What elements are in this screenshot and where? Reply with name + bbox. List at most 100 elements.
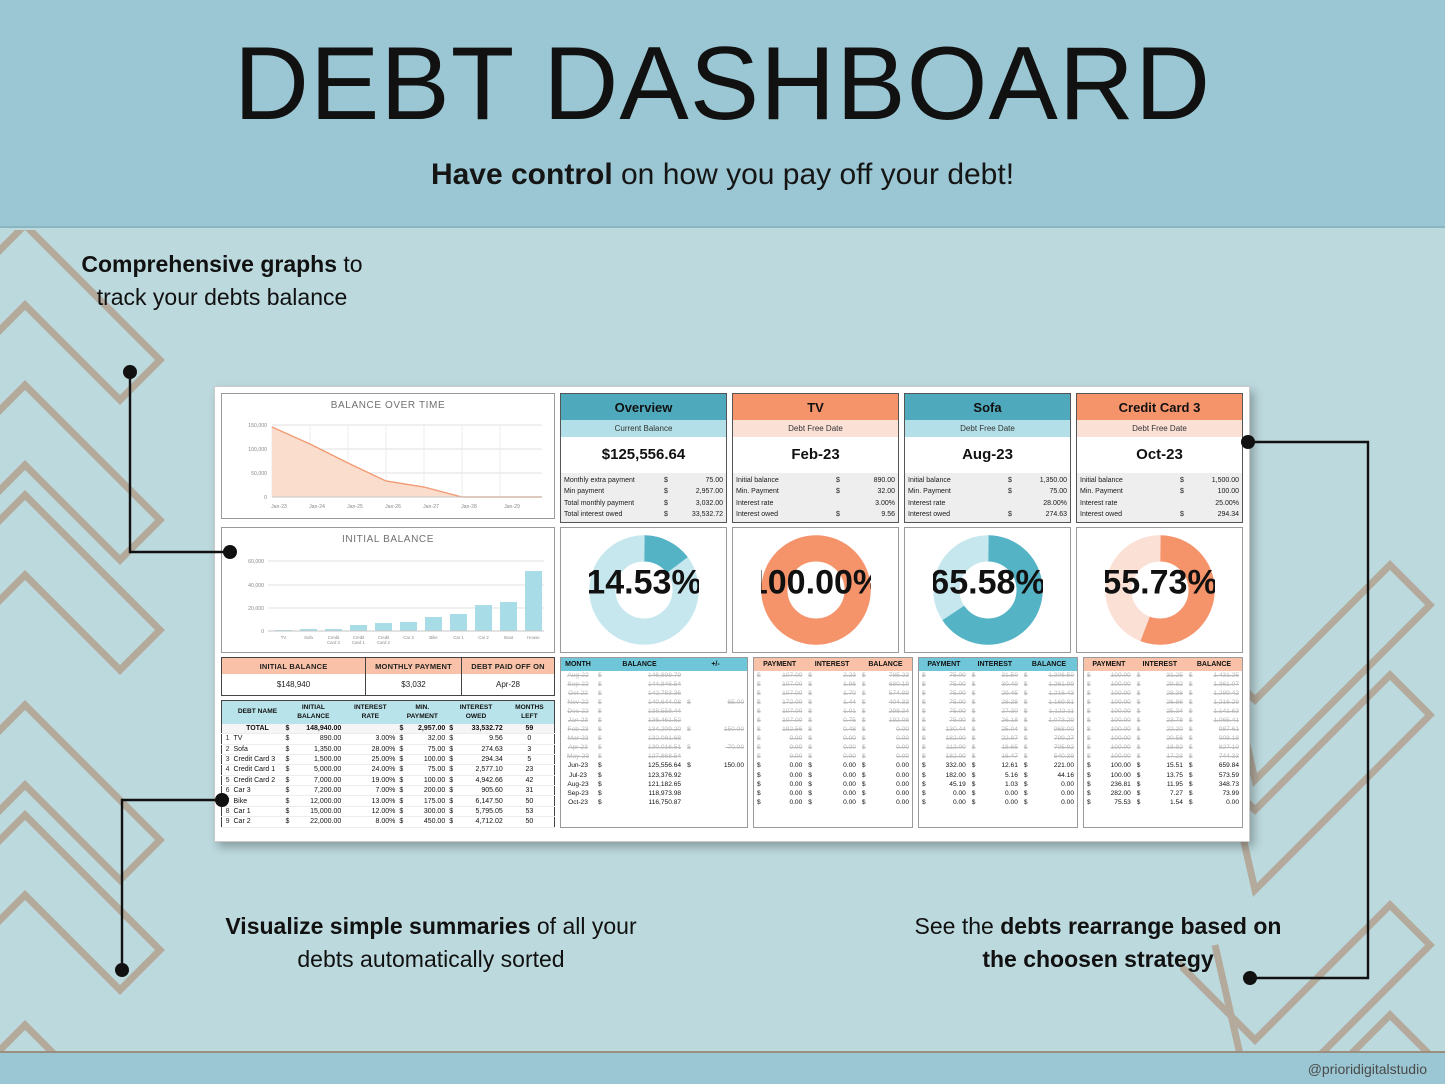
payment-row[interactable]: $172.00 $1.44 $404.33 xyxy=(754,698,912,707)
pay-cell-payment: 107.00 xyxy=(782,707,803,715)
month-cell-balance: 138,558.44 xyxy=(648,707,682,715)
payment-row[interactable]: $100.00 $25.34 $1,141.63 xyxy=(1084,707,1242,716)
donut-tv[interactable]: 100.00% xyxy=(732,527,899,654)
payment-row[interactable]: $45.19 $1.03 $0.00 xyxy=(919,780,1077,789)
pay-cell-cur1: $ xyxy=(922,798,926,806)
card-overview[interactable]: Overview Current Balance $125,556.64 Mon… xyxy=(560,393,727,524)
month-row[interactable]: Dec-22 $138,558.44 xyxy=(561,707,747,716)
payment-row[interactable]: $0.00 $0.00 $0.00 xyxy=(754,752,912,761)
payment-row[interactable]: $182.00 $5.16 $44.16 xyxy=(919,771,1077,780)
payment-row[interactable]: $100.00 $28.36 $1,289.42 xyxy=(1084,689,1242,698)
payment-row[interactable]: $282.00 $7.27 $73.99 xyxy=(1084,789,1242,798)
row-months: 31 xyxy=(504,785,555,797)
payment-row[interactable]: $100.00 $26.86 $1,216.29 xyxy=(1084,698,1242,707)
payment-row[interactable]: $100.00 $31.25 $1,431.25 xyxy=(1084,671,1242,680)
month-row[interactable]: Sep-22 $144,846.54 xyxy=(561,680,747,689)
month-row[interactable]: Apr-23 $130,016.51 $ -70.00 xyxy=(561,743,747,752)
pay-cell-cur3: $ xyxy=(1188,735,1193,743)
payment-row[interactable]: $75.00 $30.49 $1,261.99 xyxy=(919,680,1077,689)
payment-row[interactable]: $192.56 $0.48 $0.00 xyxy=(754,725,912,734)
donut-sofa[interactable]: 65.58% xyxy=(904,527,1071,654)
payment-table-tv[interactable]: PAYMENT INTEREST BALANCE $107.00 $2.23 $78… xyxy=(753,657,913,828)
pay-cell-interest: 0.00 xyxy=(843,762,856,770)
payment-row[interactable]: $332.00 $12.61 $221.00 xyxy=(919,761,1077,770)
table-row[interactable]: 9 Car 2 $ 22,000.00 8.00% $ 450.00 $ 4,7… xyxy=(221,816,555,828)
table-row[interactable]: 3 Credit Card 3 $ 1,500.00 25.00% $ 100.… xyxy=(221,754,555,766)
payment-row[interactable]: $182.00 $22.87 $799.27 xyxy=(919,734,1077,743)
payment-row[interactable]: $75.00 $26.18 $1,073.29 xyxy=(919,716,1077,725)
pay-cell-cur3: $ xyxy=(1188,698,1193,706)
month-row[interactable]: Jul-23 $123,376.92 xyxy=(561,771,747,780)
debt-table[interactable]: DEBT NAME INITIAL BALANCE INTEREST RATE … xyxy=(221,700,555,828)
payment-row[interactable]: $107.00 $0.75 $192.08 xyxy=(754,716,912,725)
card-row: Min payment $2,957.00 xyxy=(564,486,723,497)
card-credit-card-3[interactable]: Credit Card 3 Debt Free Date Oct-23 Init… xyxy=(1076,393,1243,524)
payment-row[interactable]: $75.00 $29.45 $1,216.43 xyxy=(919,689,1077,698)
payment-row[interactable]: $100.00 $22.20 $987.61 xyxy=(1084,725,1242,734)
balance-over-time-chart[interactable]: BALANCE OVER TIME 150,000 100,000 50,000… xyxy=(221,393,555,519)
table-row[interactable]: 1 TV $ 890.00 3.00% $ 32.00 $ 9.56 0 xyxy=(221,733,555,745)
payment-row[interactable]: $100.00 $17.23 $744.33 xyxy=(1084,752,1242,761)
payment-row[interactable]: $75.00 $31.50 $1,306.50 xyxy=(919,671,1077,680)
payment-row[interactable]: $107.00 $1.01 $298.34 xyxy=(754,707,912,716)
payment-row[interactable]: $0.00 $0.00 $0.00 xyxy=(754,743,912,752)
payment-row[interactable]: $100.00 $15.51 $659.84 xyxy=(1084,761,1242,770)
payment-row[interactable]: $107.00 $2.23 $785.23 xyxy=(754,671,912,680)
table-row[interactable]: 8 Car 1 $ 15,000.00 12.00% $ 300.00 $ 5,… xyxy=(221,806,555,818)
payment-row[interactable]: $107.00 $1.70 $574.89 xyxy=(754,689,912,698)
donut-overview[interactable]: 14.53% xyxy=(560,527,727,654)
payment-row[interactable]: $182.00 $16.47 $540.39 xyxy=(919,752,1077,761)
payment-row[interactable]: $0.00 $0.00 $0.00 xyxy=(919,798,1077,807)
payment-row[interactable]: $0.00 $0.00 $0.00 xyxy=(754,798,912,807)
donut-credit-card-3[interactable]: 55.73% xyxy=(1076,527,1243,654)
dashboard-screenshot[interactable]: BALANCE OVER TIME 150,000 100,000 50,000… xyxy=(214,386,1250,842)
pay-cell-cur1: $ xyxy=(757,789,761,797)
table-row[interactable]: 5 Credit Card 2 $ 7,000.00 19.00% $ 100.… xyxy=(221,775,555,787)
month-row[interactable]: Jun-23 $125,556.64 $150.00 xyxy=(561,761,747,770)
payment-row[interactable]: $0.00 $0.00 $0.00 xyxy=(919,789,1077,798)
month-balance-table[interactable]: MONTH BALANCE +/- Aug-22 $146,898.79 Sep-2… xyxy=(560,657,748,828)
payment-row[interactable]: $75.00 $27.30 $1,122.11 xyxy=(919,707,1077,716)
payment-row[interactable]: $112.00 $18.65 $705.92 xyxy=(919,743,1077,752)
card-tv[interactable]: TV Debt Free Date Feb-23 Initial balance… xyxy=(732,393,899,524)
month-row[interactable]: Feb-23 $134,209.20 $150.00 xyxy=(561,725,747,734)
table-row[interactable]: 6 Car 3 $ 7,200.00 7.00% $ 200.00 $ 905.… xyxy=(221,785,555,797)
table-row[interactable]: 7 Bike $ 12,000.00 13.00% $ 175.00 $ 6,1… xyxy=(221,795,555,807)
card-sofa[interactable]: Sofa Debt Free Date Aug-23 Initial balan… xyxy=(904,393,1071,524)
month-row[interactable]: Oct-22 $142,783.36 xyxy=(561,689,747,698)
month-row[interactable]: Aug-23 $121,182.65 xyxy=(561,780,747,789)
month-row[interactable]: Mar-23 $132,081.68 xyxy=(561,734,747,743)
row-cur2: $ xyxy=(397,754,406,766)
payment-row[interactable]: $236.81 $11.95 $348.73 xyxy=(1084,780,1242,789)
payment-row[interactable]: $100.00 $13.75 $573.59 xyxy=(1084,771,1242,780)
payment-row[interactable]: $100.00 $29.82 $1,361.07 xyxy=(1084,680,1242,689)
payment-row[interactable]: $0.00 $0.00 $0.00 xyxy=(754,734,912,743)
payment-table-sofa[interactable]: PAYMENT INTEREST BALANCE $75.00 $31.50 $1,… xyxy=(918,657,1078,828)
payment-table-credit-card-3[interactable]: PAYMENT INTEREST BALANCE $100.00 $31.25 $1… xyxy=(1083,657,1243,828)
month-row[interactable]: Nov-22 $140,644.08 $65.00 xyxy=(561,698,747,707)
payment-row[interactable]: $100.00 $20.58 $908.18 xyxy=(1084,734,1242,743)
month-row[interactable]: Sep-23 $118,973.98 xyxy=(561,789,747,798)
payment-row[interactable]: $130.44 $25.04 $968.00 xyxy=(919,725,1077,734)
row-cur: $ xyxy=(283,785,292,797)
table-row[interactable]: 2 Sofa $ 1,350.00 28.00% $ 75.00 $ 274.6… xyxy=(221,744,555,755)
month-row[interactable]: May-23 $127,868.54 xyxy=(561,752,747,761)
total-balance: 148,940.00 xyxy=(291,723,344,735)
pay-cell-payment: 100.00 xyxy=(1110,671,1131,679)
pay-cell-cur3: $ xyxy=(861,753,866,761)
month-row[interactable]: Aug-22 $146,898.79 xyxy=(561,671,747,680)
month-row[interactable]: Jan-23 $136,461.52 xyxy=(561,716,747,725)
initial-balance-chart[interactable]: INITIAL BALANCE 60,000 40,000 20,000 0 T… xyxy=(221,527,555,654)
payment-row[interactable]: $0.00 $0.00 $0.00 xyxy=(754,771,912,780)
payment-row[interactable]: $107.00 $1.96 $680.19 xyxy=(754,680,912,689)
payment-row[interactable]: $75.53 $1.54 $0.00 xyxy=(1084,798,1242,807)
payment-row[interactable]: $75.00 $28.38 $1,169.81 xyxy=(919,698,1077,707)
payment-row[interactable]: $0.00 $0.00 $0.00 xyxy=(754,789,912,798)
payment-row[interactable]: $0.00 $0.00 $0.00 xyxy=(754,780,912,789)
table-row[interactable]: 4 Credit Card 1 $ 5,000.00 24.00% $ 75.0… xyxy=(221,764,555,776)
pay-cell-balance: 680.19 xyxy=(888,680,909,688)
payment-row[interactable]: $100.00 $18.92 $827.10 xyxy=(1084,743,1242,752)
payment-row[interactable]: $0.00 $0.00 $0.00 xyxy=(754,761,912,770)
month-row[interactable]: Oct-23 $116,750.87 xyxy=(561,798,747,807)
payment-row[interactable]: $100.00 $23.78 $1,065.41 xyxy=(1084,716,1242,725)
